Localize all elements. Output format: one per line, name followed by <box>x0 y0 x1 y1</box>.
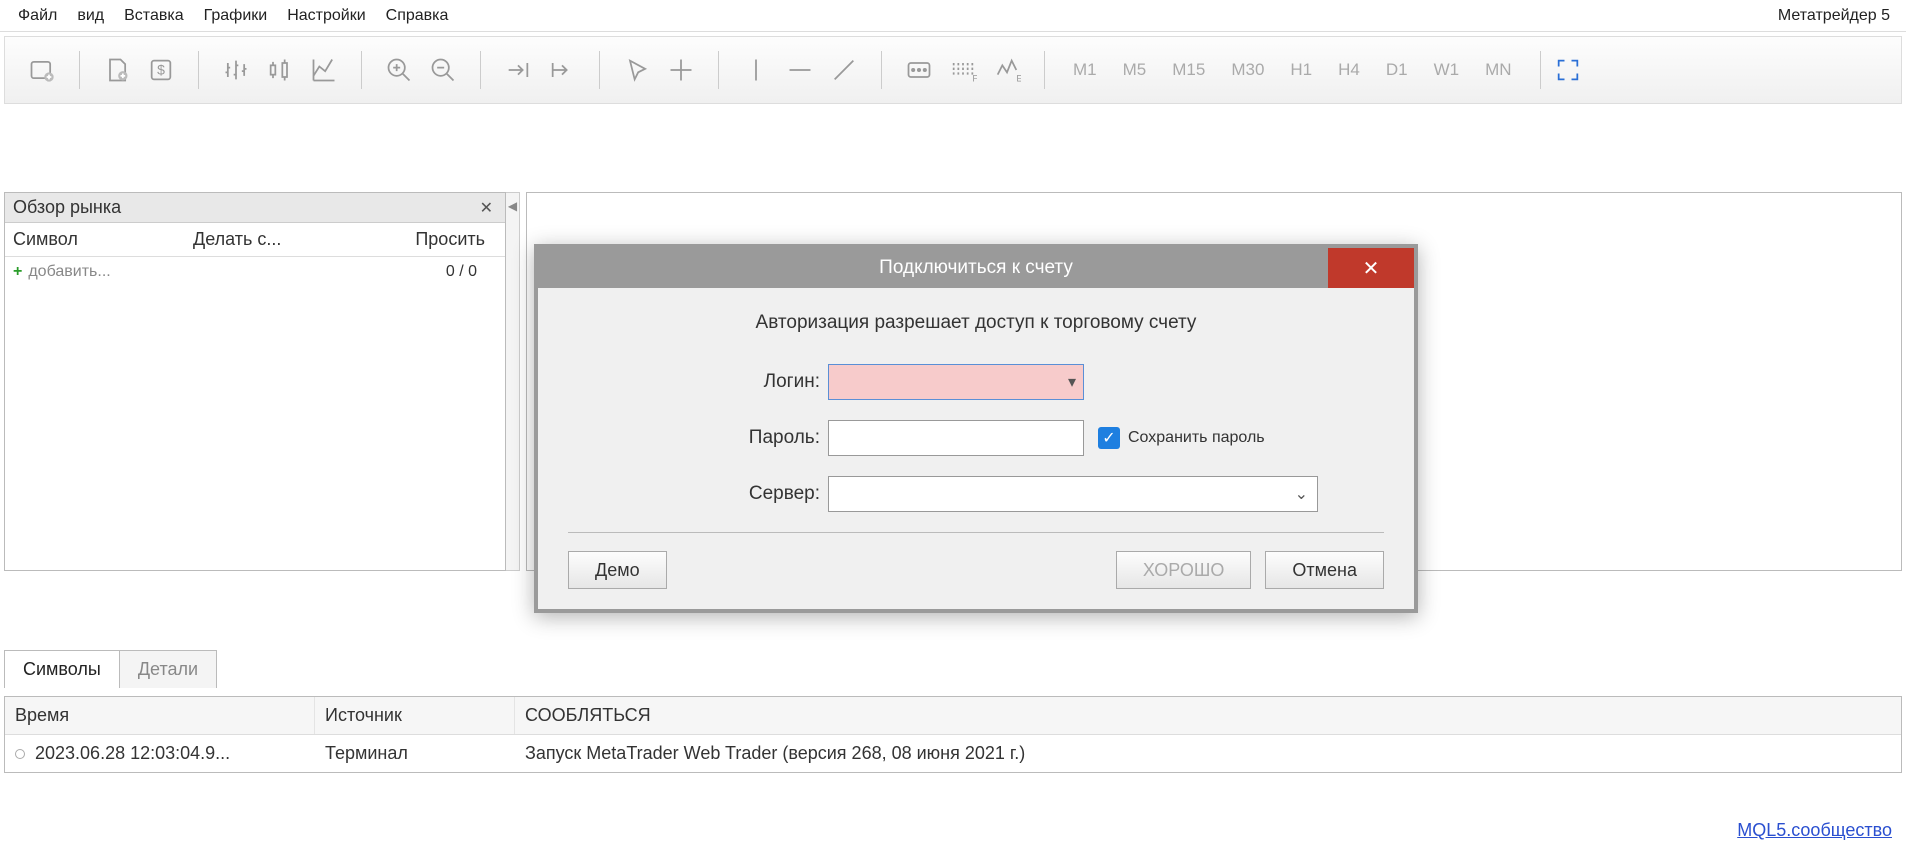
timeframe-h4[interactable]: H4 <box>1330 60 1368 80</box>
dollar-doc-icon[interactable]: $ <box>144 53 178 87</box>
plus-icon: + <box>13 263 22 281</box>
timeframe-m15[interactable]: M15 <box>1164 60 1213 80</box>
login-label: Логин: <box>568 371 828 393</box>
timeframe-m30[interactable]: M30 <box>1223 60 1272 80</box>
market-watch-headers: Символ Делать с... Просить <box>5 223 505 257</box>
mw-ratio: 0 / 0 <box>446 263 497 281</box>
log-source: Терминал <box>325 743 525 764</box>
tab-details[interactable]: Детали <box>119 650 217 688</box>
community-link[interactable]: MQL5.сообщество <box>1737 820 1892 841</box>
app-title: Метатрейдер 5 <box>1778 7 1898 25</box>
cursor-icon[interactable] <box>620 53 654 87</box>
mw-add-label: добавить... <box>28 263 110 281</box>
zoom-in-icon[interactable] <box>382 53 416 87</box>
ok-button[interactable]: ХОРОШО <box>1116 551 1252 589</box>
server-input[interactable] <box>828 476 1318 512</box>
dialog-separator <box>568 532 1384 533</box>
line-chart-icon[interactable] <box>307 53 341 87</box>
horizontal-line-icon[interactable] <box>783 53 817 87</box>
save-password-checkbox[interactable]: ✓ <box>1098 427 1120 449</box>
timeframe-m5[interactable]: M5 <box>1115 60 1155 80</box>
log-panel: Время Источник СООБЛЯТЬСЯ 2023.06.28 12:… <box>4 696 1902 773</box>
dialog-title-bar[interactable]: Подключиться к счету ✕ <box>538 248 1414 288</box>
svg-text:E: E <box>1016 74 1021 84</box>
shift-chart-icon[interactable] <box>545 53 579 87</box>
timeframe-w1[interactable]: W1 <box>1426 60 1468 80</box>
menu-view[interactable]: вид <box>67 3 114 29</box>
log-status-icon <box>15 749 25 759</box>
fibonacci-icon[interactable]: F <box>946 53 980 87</box>
vertical-line-icon[interactable] <box>739 53 773 87</box>
crosshair-icon[interactable] <box>664 53 698 87</box>
mw-col-ask[interactable]: Просить <box>335 223 505 256</box>
candle-chart-icon[interactable] <box>263 53 297 87</box>
log-time: 2023.06.28 12:03:04.9... <box>35 743 325 764</box>
timeframe-m1[interactable]: M1 <box>1065 60 1105 80</box>
menu-help[interactable]: Справка <box>376 3 459 29</box>
cancel-button[interactable]: Отмена <box>1265 551 1384 589</box>
toolbar: $ F E M1 M5 M15 M30 H1 H4 D1 W1 <box>4 36 1902 104</box>
text-label-icon[interactable] <box>902 53 936 87</box>
new-chart-icon[interactable] <box>25 53 59 87</box>
log-message: Запуск MetaTrader Web Trader (версия 268… <box>525 743 1891 764</box>
menu-charts[interactable]: Графики <box>194 3 278 29</box>
market-watch-panel: Обзор рынка ✕ Символ Делать с... Просить… <box>4 192 506 571</box>
collapse-handle[interactable]: ◀ <box>506 192 520 571</box>
server-label: Сервер: <box>568 483 828 505</box>
dialog-close-button[interactable]: ✕ <box>1328 248 1414 288</box>
tab-symbols[interactable]: Символы <box>4 650 120 688</box>
menu-file[interactable]: Файл <box>8 3 67 29</box>
market-watch-tabs: Символы Детали <box>4 650 216 688</box>
save-password-label: Сохранить пароль <box>1128 429 1265 447</box>
menu-insert[interactable]: Вставка <box>114 3 193 29</box>
menu-settings[interactable]: Настройки <box>277 3 375 29</box>
bar-chart-icon[interactable] <box>219 53 253 87</box>
login-dialog: Подключиться к счету ✕ Авторизация разре… <box>534 244 1418 613</box>
log-col-message[interactable]: СООБЛЯТЬСЯ <box>515 697 1901 734</box>
timeframe-d1[interactable]: D1 <box>1378 60 1416 80</box>
trend-line-icon[interactable] <box>827 53 861 87</box>
demo-button[interactable]: Демо <box>568 551 667 589</box>
mw-col-symbol[interactable]: Символ <box>5 223 185 256</box>
login-input[interactable] <box>828 364 1084 400</box>
scroll-end-icon[interactable] <box>501 53 535 87</box>
dialog-title: Подключиться к счету <box>879 257 1073 279</box>
new-document-icon[interactable] <box>100 53 134 87</box>
timeframe-mn[interactable]: MN <box>1477 60 1519 80</box>
menubar: Файл вид Вставка Графики Настройки Справ… <box>0 0 1906 32</box>
mw-col-bid[interactable]: Делать с... <box>185 223 335 256</box>
zoom-out-icon[interactable] <box>426 53 460 87</box>
log-headers: Время Источник СООБЛЯТЬСЯ <box>5 697 1901 735</box>
dialog-buttons: Демо ХОРОШО Отмена <box>568 551 1384 589</box>
indicator-icon[interactable]: E <box>990 53 1024 87</box>
market-watch-close-icon[interactable]: ✕ <box>476 198 497 218</box>
fullscreen-icon[interactable] <box>1551 53 1585 87</box>
log-row[interactable]: 2023.06.28 12:03:04.9... Терминал Запуск… <box>5 735 1901 772</box>
timeframe-h1[interactable]: H1 <box>1282 60 1320 80</box>
market-watch-title-bar: Обзор рынка ✕ <box>5 193 505 223</box>
log-col-time[interactable]: Время <box>5 697 315 734</box>
log-col-source[interactable]: Источник <box>315 697 515 734</box>
password-input[interactable] <box>828 420 1084 456</box>
svg-text:$: $ <box>157 62 165 78</box>
password-label: Пароль: <box>568 427 828 449</box>
dialog-description: Авторизация разрешает доступ к торговому… <box>568 312 1384 334</box>
svg-text:F: F <box>972 74 977 84</box>
dialog-body: Авторизация разрешает доступ к торговому… <box>538 288 1414 609</box>
market-watch-add-row[interactable]: + добавить... 0 / 0 <box>5 257 505 287</box>
market-watch-title: Обзор рынка <box>13 197 121 218</box>
